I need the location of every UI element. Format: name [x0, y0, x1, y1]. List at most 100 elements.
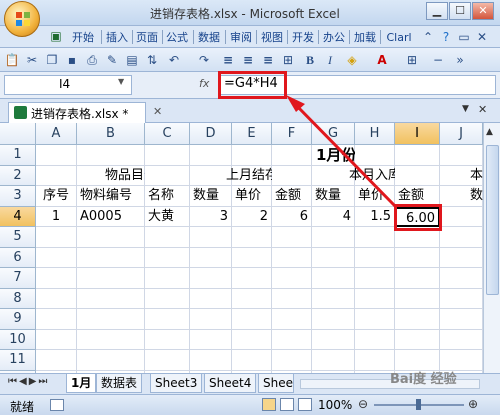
tab-data[interactable]: 数据	[196, 29, 222, 46]
col-header-g[interactable]: G	[312, 123, 355, 145]
grid-cell[interactable]	[355, 145, 395, 166]
print-icon[interactable]: ⎙	[84, 52, 100, 68]
align-left-icon[interactable]: ≡	[220, 52, 236, 68]
grid-cell[interactable]	[77, 329, 145, 350]
tab-office[interactable]: 办公	[321, 29, 347, 46]
font-color-icon[interactable]: A	[374, 52, 390, 68]
grid-cell[interactable]	[395, 329, 440, 350]
chevron-down-icon[interactable]: ▼	[118, 77, 124, 86]
row-header[interactable]: 2	[0, 165, 36, 186]
grid-cell[interactable]	[232, 268, 272, 289]
zoom-slider-thumb[interactable]	[416, 399, 421, 410]
help-icon[interactable]: ?	[438, 29, 454, 45]
grid-cell[interactable]	[190, 247, 232, 268]
align-right-icon[interactable]: ≡	[260, 52, 276, 68]
grid-cell[interactable]: 1月份进销存汇总表	[312, 145, 446, 166]
select-all-corner[interactable]	[0, 123, 36, 145]
redo-icon[interactable]: ↷	[196, 52, 212, 68]
more-icon[interactable]: »	[452, 52, 468, 68]
row-header[interactable]: 1	[0, 145, 36, 166]
grid-cell[interactable]	[355, 227, 395, 248]
fill-color-icon[interactable]: ◈	[344, 52, 360, 68]
minimize-button[interactable]: ▁	[426, 2, 448, 20]
grid-cell[interactable]	[77, 288, 145, 309]
grid-cell[interactable]	[145, 145, 190, 166]
grid-cell[interactable]	[145, 350, 190, 371]
sheet-tab-1[interactable]: 1月	[66, 374, 97, 393]
grid-cell[interactable]	[145, 247, 190, 268]
grid-cell[interactable]	[395, 268, 440, 289]
row-header[interactable]: 6	[0, 247, 36, 268]
sort-icon[interactable]: ⇅	[144, 52, 160, 68]
row-header[interactable]: 7	[0, 268, 36, 289]
grid-cell[interactable]	[440, 145, 483, 166]
doc-dropdown-icon[interactable]: ▼	[462, 104, 469, 114]
grid-cell[interactable]	[355, 247, 395, 268]
scroll-thumb[interactable]	[486, 145, 499, 295]
sheet-tab-2[interactable]: 数据表	[96, 374, 143, 393]
grid-cell[interactable]	[355, 329, 395, 350]
grid-cell[interactable]	[36, 165, 77, 186]
col-header-i[interactable]: I	[395, 123, 440, 145]
grid-cell[interactable]	[145, 165, 190, 186]
row-header[interactable]: 3	[0, 186, 36, 207]
grid-cell[interactable]: 数	[440, 186, 483, 207]
merge-icon[interactable]: ⊞	[280, 52, 296, 68]
grid-cell[interactable]	[272, 227, 312, 248]
grid-cell[interactable]	[355, 350, 395, 371]
grid-cell[interactable]: 序号	[36, 186, 77, 207]
tab-review[interactable]: 审阅	[228, 29, 254, 46]
minus-icon[interactable]: −	[430, 52, 446, 68]
grid-cell[interactable]: 本月入库	[349, 165, 401, 186]
grid-cell[interactable]	[190, 145, 232, 166]
row-header[interactable]: 9	[0, 309, 36, 330]
grid-cell[interactable]: 单价	[232, 186, 272, 207]
sheet-tab-5[interactable]: Sheet	[258, 374, 294, 393]
grid-cell[interactable]	[145, 309, 190, 330]
grid-cell[interactable]	[440, 206, 483, 227]
bold-icon[interactable]: B	[302, 52, 318, 68]
grid-cell[interactable]	[232, 309, 272, 330]
save-icon[interactable]: ▪	[64, 52, 80, 68]
grid-cell[interactable]	[440, 329, 483, 350]
grid-cell[interactable]	[272, 247, 312, 268]
row-header[interactable]: 4	[0, 206, 36, 227]
grid-cell[interactable]	[36, 268, 77, 289]
col-header-d[interactable]: D	[190, 123, 232, 145]
grid-cell[interactable]	[77, 268, 145, 289]
grid-cell[interactable]	[190, 288, 232, 309]
grid-cell[interactable]	[272, 288, 312, 309]
grid-cell[interactable]	[232, 247, 272, 268]
grid-cell[interactable]	[77, 227, 145, 248]
grid-cell[interactable]	[145, 329, 190, 350]
grid-cell[interactable]: 大黄	[145, 206, 190, 227]
grid-cell[interactable]	[312, 247, 355, 268]
maximize-button[interactable]: ☐	[449, 2, 471, 20]
grid-cell[interactable]	[145, 268, 190, 289]
grid-cell[interactable]: A0005	[77, 206, 145, 227]
grid-cell[interactable]	[272, 329, 312, 350]
grid-cell[interactable]	[145, 227, 190, 248]
grid-cell[interactable]	[272, 145, 312, 166]
grid-cell[interactable]	[77, 309, 145, 330]
grid-cell[interactable]	[77, 350, 145, 371]
zoom-level[interactable]: 100%	[318, 398, 352, 412]
sheet-nav-icons[interactable]: ⏮◀▶⏭	[8, 376, 49, 387]
zoom-in-icon[interactable]: ⊕	[468, 397, 478, 411]
grid-cell[interactable]: 数量	[190, 186, 232, 207]
preview-icon[interactable]: ▤	[124, 52, 140, 68]
paste-icon[interactable]: 📋	[4, 52, 20, 68]
sheet-tab-3[interactable]: Sheet3	[150, 374, 203, 393]
grid-cell[interactable]	[355, 268, 395, 289]
close-button[interactable]: ✕	[472, 2, 494, 20]
office-button[interactable]	[4, 1, 40, 37]
scroll-up-icon[interactable]: ▲	[486, 127, 493, 137]
cut-icon[interactable]: ✂	[24, 52, 40, 68]
grid-cell[interactable]	[190, 350, 232, 371]
tab-insert[interactable]: 插入	[104, 29, 130, 46]
grid-cell[interactable]	[36, 350, 77, 371]
grid-cell[interactable]	[272, 165, 312, 186]
col-header-b[interactable]: B	[77, 123, 145, 145]
grid-cell[interactable]	[232, 350, 272, 371]
col-header-a[interactable]: A	[36, 123, 77, 145]
